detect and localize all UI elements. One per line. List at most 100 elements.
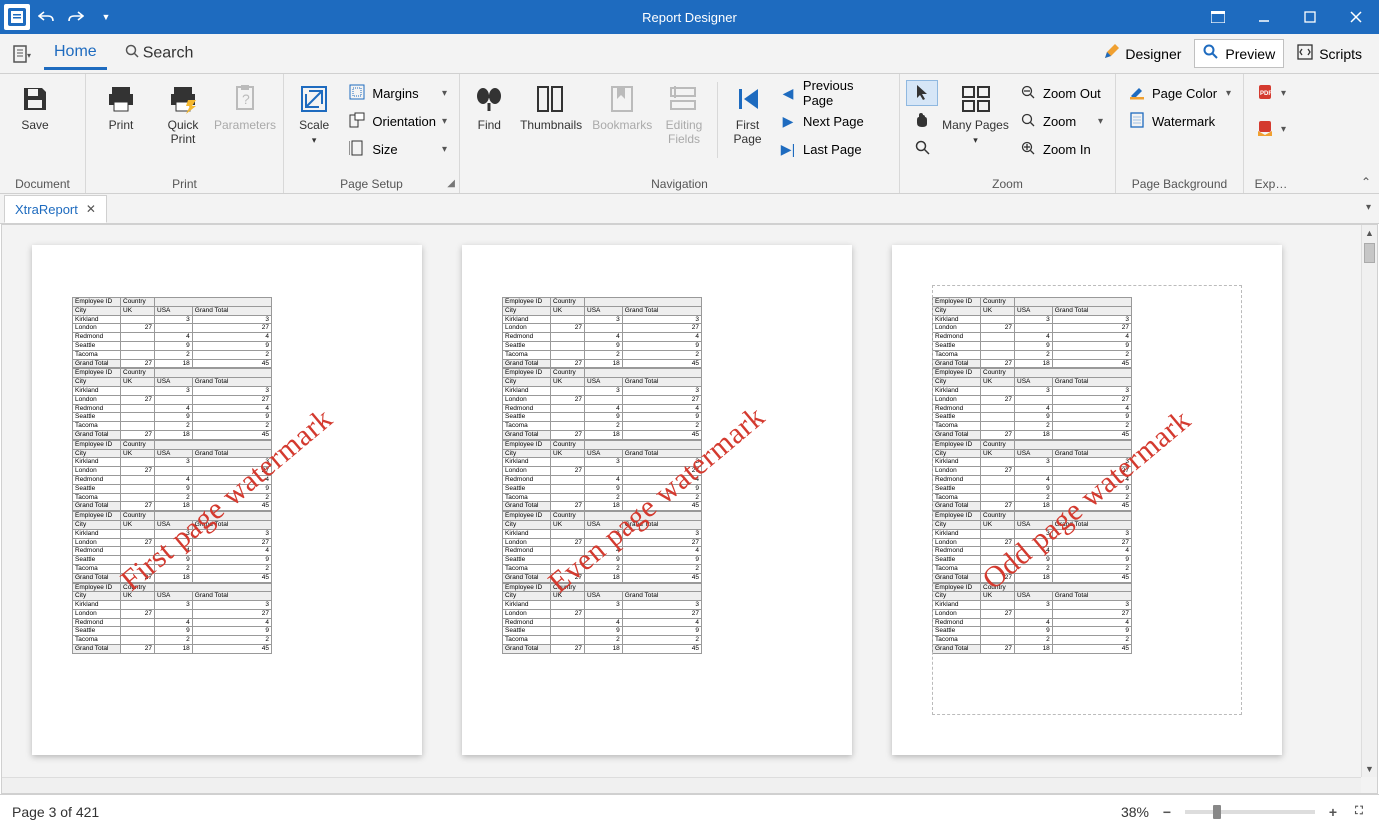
horizontal-scrollbar[interactable] [2, 777, 1361, 793]
save-icon [20, 82, 50, 116]
zoom-out-button[interactable]: Zoom Out [1013, 80, 1109, 106]
mode-scripts[interactable]: Scripts [1288, 39, 1371, 68]
window-title: Report Designer [642, 10, 737, 25]
parameters-button[interactable]: ? Parameters [216, 78, 274, 147]
export-pdf-button[interactable]: PDF▾ [1250, 80, 1292, 106]
last-page-button[interactable]: ▶|Last Page [773, 136, 893, 162]
vertical-scrollbar[interactable]: ▲ ▼ [1361, 225, 1377, 777]
first-page-icon [736, 82, 760, 116]
pdf-icon: PDF [1256, 84, 1274, 103]
watermark-icon [1128, 112, 1146, 131]
page-color-button[interactable]: Page Color▾ [1122, 80, 1237, 106]
hand-tool[interactable] [906, 108, 938, 134]
page-indicator: Page 3 of 421 [12, 804, 99, 820]
minimize-button[interactable] [1241, 0, 1287, 34]
parameters-icon: ? [230, 82, 260, 116]
page-setup-launcher[interactable]: ◢ [447, 178, 455, 189]
zoom-slider-knob[interactable] [1213, 805, 1221, 819]
pointer-icon [915, 84, 929, 103]
svg-text:PDF: PDF [1260, 91, 1272, 97]
previous-page-button[interactable]: ◀Previous Page [773, 80, 893, 106]
preview-workspace: Employee IDCountry CityUKUSAGrand Total … [1, 224, 1378, 794]
size-icon [348, 140, 366, 159]
find-button[interactable]: Find [466, 78, 513, 162]
zoom-minus[interactable]: − [1159, 804, 1175, 820]
designer-icon [1103, 44, 1119, 63]
margins-button[interactable]: Margins▾ [342, 80, 453, 106]
orientation-icon [348, 112, 366, 131]
report-page: Employee IDCountry CityUKUSAGrand Total … [32, 245, 422, 755]
magnifier-tool[interactable] [906, 136, 938, 162]
page-color-icon [1128, 84, 1146, 103]
scroll-thumb[interactable] [1364, 243, 1375, 263]
ribbon-tabs: ▾ Home Search Designer Preview Scripts [0, 34, 1379, 74]
collapse-ribbon[interactable]: ⌃ [1361, 175, 1371, 189]
first-page-button[interactable]: First Page [726, 78, 769, 162]
file-menu-icon[interactable]: ▾ [8, 40, 36, 68]
zoom-button[interactable]: Zoom▾ [1013, 108, 1109, 134]
next-page-button[interactable]: ▶Next Page [773, 108, 893, 134]
quick-print-icon [168, 82, 198, 116]
watermark-button[interactable]: Watermark [1122, 108, 1237, 134]
quick-print-button[interactable]: Quick Print [154, 78, 212, 147]
send-pdf-button[interactable]: ▾ [1250, 116, 1292, 142]
many-pages-button[interactable]: Many Pages▾ [942, 78, 1009, 162]
tab-search[interactable]: Search [115, 38, 204, 69]
zoom-dialog[interactable]: ⛶ [1351, 804, 1367, 820]
svg-text:▾: ▾ [27, 51, 31, 60]
zoom-in-button[interactable]: Zoom In [1013, 136, 1109, 162]
mode-designer[interactable]: Designer [1094, 39, 1190, 68]
qat-dropdown[interactable]: ▼ [92, 3, 120, 31]
find-icon [475, 82, 503, 116]
tab-overflow[interactable]: ▾ [1366, 202, 1371, 213]
close-button[interactable] [1333, 0, 1379, 34]
scroll-down[interactable]: ▼ [1362, 761, 1377, 777]
margins-icon [348, 84, 366, 103]
tab-home[interactable]: Home [44, 37, 107, 70]
zoom-icon [1019, 113, 1037, 130]
zoom-level: 38% [1121, 804, 1149, 820]
print-button[interactable]: Print [92, 78, 150, 147]
scripts-icon [1297, 44, 1313, 63]
status-bar: Page 3 of 421 38% − + ⛶ [0, 794, 1379, 828]
many-pages-icon [961, 82, 991, 116]
pointer-tool[interactable] [906, 80, 938, 106]
bookmarks-button[interactable]: Bookmarks [590, 78, 655, 162]
search-icon [125, 44, 139, 63]
maximize-button[interactable] [1287, 0, 1333, 34]
zoom-plus[interactable]: + [1325, 804, 1341, 820]
scale-button[interactable]: Scale▾ [290, 78, 338, 162]
scroll-up[interactable]: ▲ [1362, 225, 1377, 241]
zoom-in-icon [1019, 141, 1037, 158]
magnifier-icon [915, 140, 930, 158]
print-icon [106, 82, 136, 116]
close-tab-icon[interactable]: ✕ [86, 202, 96, 216]
editing-fields-button[interactable]: Editing Fields [659, 78, 709, 162]
orientation-button[interactable]: Orientation▾ [342, 108, 453, 134]
report-page: Employee IDCountry CityUKUSAGrand Total … [462, 245, 852, 755]
thumbnails-button[interactable]: Thumbnails [517, 78, 586, 162]
app-icon [4, 4, 30, 30]
ribbon: Save Document Print Quick Print ? Parame… [0, 74, 1379, 194]
mode-preview[interactable]: Preview [1194, 39, 1284, 68]
title-bar: ▼ Report Designer [0, 0, 1379, 34]
undo-button[interactable] [32, 3, 60, 31]
bookmarks-icon [609, 82, 635, 116]
document-tab[interactable]: XtraReport ✕ [4, 195, 107, 223]
zoom-slider[interactable] [1185, 810, 1315, 814]
next-icon: ▶ [779, 113, 797, 130]
document-tab-bar: XtraReport ✕ [0, 194, 1379, 224]
hand-icon [914, 112, 930, 131]
report-page: Employee IDCountry CityUKUSAGrand Total … [892, 245, 1282, 755]
preview-icon [1203, 44, 1219, 63]
size-button[interactable]: Size▾ [342, 136, 453, 162]
last-icon: ▶| [779, 141, 797, 158]
editing-icon [669, 82, 699, 116]
scale-icon [299, 82, 329, 116]
save-button[interactable]: Save [6, 78, 64, 132]
redo-button[interactable] [62, 3, 90, 31]
svg-text:?: ? [242, 91, 250, 107]
zoom-out-icon [1019, 85, 1037, 102]
thumbnails-icon [536, 82, 566, 116]
ribbon-display-button[interactable] [1195, 0, 1241, 34]
